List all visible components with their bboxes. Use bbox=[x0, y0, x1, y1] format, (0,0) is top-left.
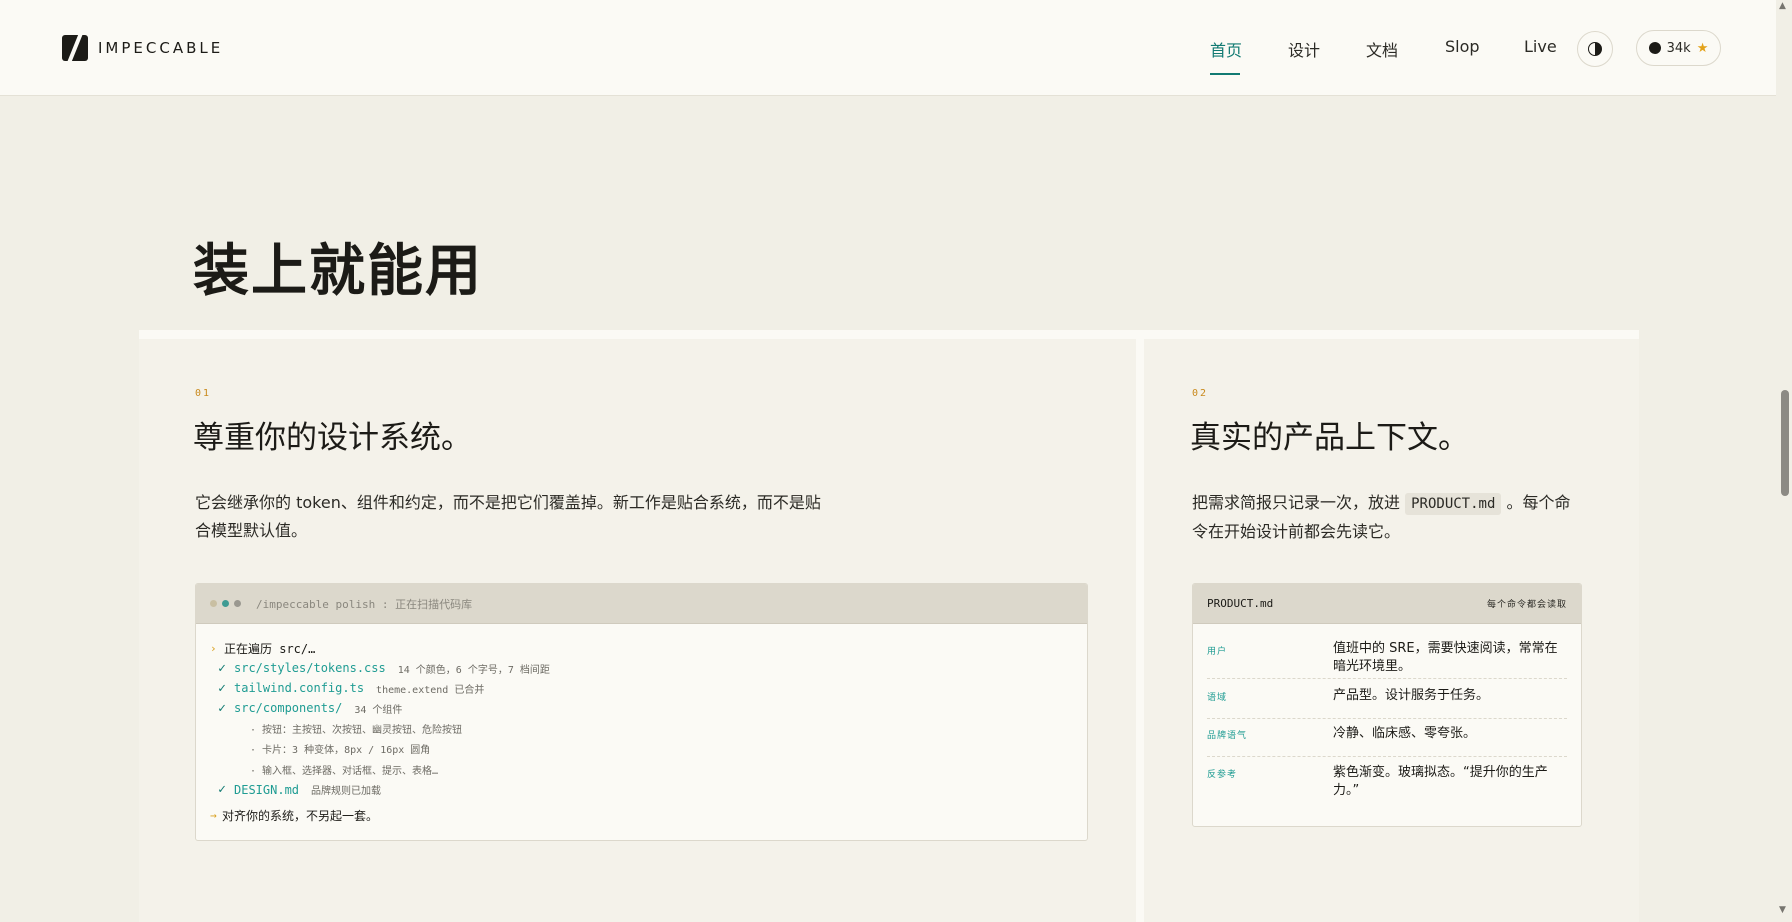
row-key: 反参考 bbox=[1207, 770, 1238, 780]
terminal-title: /impeccable polish : 正在扫描代码库 bbox=[256, 597, 473, 611]
table-row: 语域 产品型。设计服务于任务。 bbox=[1207, 687, 1567, 719]
nav-active-indicator bbox=[1210, 73, 1240, 75]
star-icon: ★ bbox=[1696, 40, 1709, 56]
row-key: 语域 bbox=[1207, 693, 1228, 703]
product-md-table: PRODUCT.md 每个命令都会读取 用户 值班中的 SRE，需要快速阅读，常… bbox=[1192, 583, 1582, 827]
checkmark-icon: ✓ bbox=[218, 782, 226, 797]
terminal-text: 正在遍历 src/… bbox=[224, 641, 316, 656]
half-circle-contrast-icon bbox=[1588, 42, 1602, 56]
section-title: 装上就能用 bbox=[193, 239, 483, 304]
terminal-bullet: · 按钮：主按钮、次按钮、幽灵按钮、危险按钮 bbox=[250, 724, 463, 736]
terminal-line: ✓ src/components/ 34 个组件 bbox=[210, 698, 1087, 718]
description-text: 把需求简报只记录一次，放进 bbox=[1192, 493, 1401, 512]
terminal-titlebar: /impeccable polish : 正在扫描代码库 bbox=[196, 584, 1087, 624]
terminal-window: /impeccable polish : 正在扫描代码库 › 正在遍历 src/… bbox=[195, 583, 1088, 841]
github-icon bbox=[1648, 42, 1661, 54]
product-md-header: PRODUCT.md 每个命令都会读取 bbox=[1193, 584, 1581, 624]
window-dot-icon bbox=[234, 600, 241, 607]
terminal-bullet: · 输入框、选择器、对话框、提示、表格… bbox=[250, 765, 439, 777]
card-description: 把需求简报只记录一次，放进 PRODUCT.md 。每个命令在开始设计前都会先读… bbox=[1192, 489, 1582, 546]
terminal-line: ✓ src/styles/tokens.css 14 个颜色，6 个字号，7 档… bbox=[210, 658, 1087, 678]
card-title: 真实的产品上下文。 bbox=[1190, 420, 1469, 456]
terminal-line: · 卡片：3 种变体，8px / 16px 圆角 bbox=[210, 739, 1087, 760]
checkmark-icon: ✓ bbox=[218, 660, 226, 676]
row-key: 用户 bbox=[1207, 647, 1228, 657]
checkmark-icon: ✓ bbox=[218, 680, 226, 696]
row-value: 紫色渐变。玻璃拟态。“提升你的生产力。” bbox=[1333, 765, 1548, 798]
terminal-file: tailwind.config.ts bbox=[234, 681, 365, 695]
terminal-line: › 正在遍历 src/… bbox=[210, 638, 1087, 658]
row-value: 冷静、临床感、零夸张。 bbox=[1333, 726, 1477, 741]
terminal-meta: 14 个颜色，6 个字号，7 档间距 bbox=[397, 664, 550, 676]
logo-text: IMPECCABLE bbox=[98, 39, 224, 57]
nav-item-slop[interactable]: Slop bbox=[1445, 37, 1480, 56]
terminal-file: src/components/ bbox=[234, 701, 343, 715]
card-number: 01 bbox=[195, 388, 212, 399]
nav-item-home[interactable]: 首页 bbox=[1210, 37, 1242, 61]
terminal-text: 对齐你的系统，不另起一套。 bbox=[222, 809, 379, 823]
site-header: IMPECCABLE 首页 设计 文档 Slop Live 34k ★ bbox=[0, 0, 1776, 96]
nav-item-docs[interactable]: 文档 bbox=[1366, 37, 1398, 61]
checkmark-icon: ✓ bbox=[218, 700, 226, 716]
prompt-chevron-icon: › bbox=[210, 641, 217, 655]
row-value: 产品型。设计服务于任务。 bbox=[1333, 688, 1490, 703]
terminal-line: ✓ DESIGN.md 品牌规则已加载 bbox=[210, 780, 1087, 800]
terminal-file: DESIGN.md bbox=[234, 782, 300, 797]
table-row: 品牌语气 冷静、临床感、零夸张。 bbox=[1207, 725, 1567, 757]
scrollbar-thumb[interactable] bbox=[1781, 390, 1789, 496]
card-number: 02 bbox=[1192, 388, 1209, 399]
logo-mark-icon bbox=[62, 35, 88, 61]
terminal-meta: 品牌规则已加载 bbox=[311, 786, 382, 797]
row-value: 值班中的 SRE，需要快速阅读，常常在暗光环境里。 bbox=[1333, 641, 1558, 674]
github-stars-button[interactable]: 34k ★ bbox=[1636, 30, 1721, 66]
product-md-hint: 每个命令都会读取 bbox=[1486, 600, 1567, 610]
row-key: 品牌语气 bbox=[1207, 731, 1248, 741]
window-dot-icon bbox=[222, 600, 229, 607]
github-star-count: 34k bbox=[1666, 40, 1691, 56]
terminal-meta: theme.extend 已合并 bbox=[376, 684, 485, 696]
theme-toggle-button[interactable] bbox=[1577, 31, 1613, 67]
terminal-line: · 按钮：主按钮、次按钮、幽灵按钮、危险按钮 bbox=[210, 718, 1087, 739]
terminal-bullet: · 卡片：3 种变体，8px / 16px 圆角 bbox=[250, 745, 431, 757]
nav-item-live[interactable]: Live bbox=[1524, 37, 1557, 56]
terminal-file: src/styles/tokens.css bbox=[234, 661, 386, 675]
card-description: 它会继承你的 token、组件和约定，而不是把它们覆盖掉。新工作是贴合系统，而不… bbox=[195, 493, 821, 540]
window-dot-icon bbox=[210, 600, 217, 607]
scroll-down-arrow-icon[interactable]: ▼ bbox=[1779, 905, 1786, 915]
terminal-line: ✓ tailwind.config.ts theme.extend 已合并 bbox=[210, 678, 1087, 698]
scroll-up-arrow-icon[interactable]: ▲ bbox=[1779, 1, 1786, 11]
product-md-filename: PRODUCT.md bbox=[1207, 597, 1274, 610]
inline-code: PRODUCT.md bbox=[1405, 493, 1502, 515]
card-title: 尊重你的设计系统。 bbox=[193, 420, 472, 456]
terminal-meta: 34 个组件 bbox=[354, 704, 403, 716]
logo[interactable]: IMPECCABLE bbox=[62, 35, 223, 61]
terminal-line: · 输入框、选择器、对话框、提示、表格… bbox=[210, 759, 1087, 780]
terminal-line: → 对齐你的系统，不另起一套。 bbox=[210, 806, 1087, 826]
table-row: 反参考 紫色渐变。玻璃拟态。“提升你的生产力。” bbox=[1207, 764, 1567, 812]
nav-item-design[interactable]: 设计 bbox=[1288, 37, 1320, 61]
table-row: 用户 值班中的 SRE，需要快速阅读，常常在暗光环境里。 bbox=[1207, 640, 1567, 679]
terminal-output: › 正在遍历 src/… ✓ src/styles/tokens.css 14 … bbox=[196, 624, 1087, 826]
page-scrollbar[interactable]: ▲ ▼ bbox=[1776, 0, 1792, 922]
arrow-right-icon: → bbox=[210, 809, 217, 822]
